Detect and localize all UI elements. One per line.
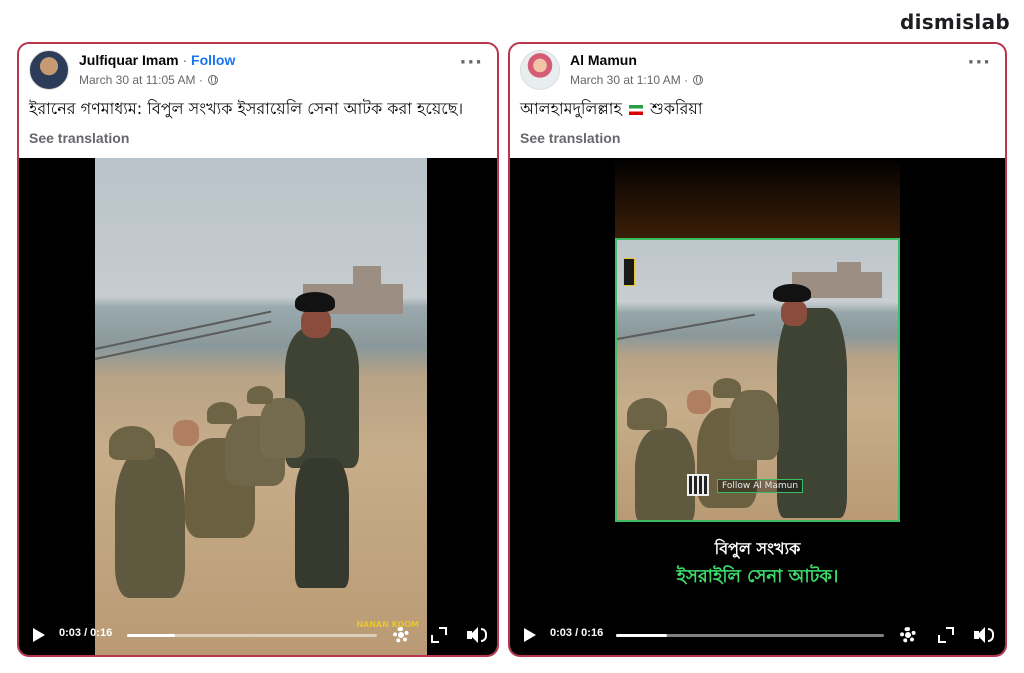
helmet (207, 402, 237, 424)
video-controls: 0:03 / 0:16 (510, 615, 1005, 655)
beret (295, 292, 335, 312)
see-translation-link[interactable]: See translation (29, 130, 129, 146)
helmet (109, 426, 155, 460)
qr-icon (687, 474, 709, 496)
post-text-part: শুকরিয়া (650, 99, 703, 118)
channel-logo-icon (623, 258, 635, 286)
post-card-left: Julfiquar Imam · Follow March 30 at 11:0… (17, 42, 499, 657)
video-caption-line1: বিপুল সংখ্যক (714, 539, 801, 558)
post-meta: March 30 at 11:05 AM · (79, 73, 219, 87)
soldier-figure (260, 398, 305, 458)
volume-wave (481, 628, 487, 642)
author-name[interactable]: Al Mamun (570, 52, 637, 68)
post-text: আলহামদুলিল্লাহ শুকরিয়া (520, 96, 702, 123)
gear-icon[interactable] (900, 627, 916, 643)
tower (353, 266, 381, 288)
author-name[interactable]: Julfiquar Imam (79, 52, 179, 68)
volume-wave (988, 628, 994, 642)
video-time: 0:03 / 0:16 (550, 627, 604, 639)
play-icon[interactable] (33, 628, 45, 642)
expand-icon[interactable] (431, 627, 447, 643)
author-line: Julfiquar Imam · Follow (79, 52, 235, 68)
separator: · (684, 73, 689, 87)
barbed-wire (617, 313, 756, 340)
globe-icon (208, 75, 219, 85)
video-controls: 0:03 / 0:16 (19, 615, 497, 655)
post-meta: March 30 at 1:10 AM · (570, 73, 704, 87)
globe-icon (693, 75, 704, 85)
soldier-face (173, 420, 199, 446)
progress-fill (127, 634, 175, 637)
iran-flag-icon (628, 105, 643, 115)
follow-button[interactable]: Follow (191, 52, 235, 68)
video-player[interactable]: Follow Al Mamun বিপুল সংখ্যক ইসরাইলি সেন… (510, 158, 1005, 655)
more-icon[interactable]: ··· (967, 54, 991, 72)
soldier-face (687, 390, 711, 414)
separator: · (198, 73, 203, 87)
video-time: 0:03 / 0:16 (59, 627, 113, 639)
soldier-figure (115, 448, 185, 598)
expand-icon[interactable] (938, 627, 954, 643)
helmet (627, 398, 667, 430)
post-card-right: Al Mamun March 30 at 1:10 AM · ··· আলহাম… (508, 42, 1007, 657)
officer-legs (295, 458, 349, 588)
barbed-wire (95, 320, 272, 360)
progress-bar[interactable] (127, 634, 377, 637)
follow-overlay: Follow Al Mamun (717, 479, 804, 493)
video-frame: Follow Al Mamun (615, 238, 900, 522)
separator: · (182, 52, 188, 68)
brand-logo: dismislab (899, 10, 1010, 34)
avatar[interactable] (520, 50, 560, 90)
officer-face (781, 300, 807, 326)
post-text: ইরানের গণমাধ্যম: বিপুল সংখ্যক ইসরায়েলি … (29, 99, 464, 118)
timestamp[interactable]: March 30 at 1:10 AM (570, 73, 681, 87)
barbed-wire (95, 310, 272, 350)
officer-face (301, 308, 331, 338)
post-header: Julfiquar Imam · Follow March 30 at 11:0… (29, 50, 487, 92)
post-text-part: আলহামদুলিল্লাহ (520, 99, 622, 118)
see-translation-link[interactable]: See translation (520, 130, 620, 146)
post-header: Al Mamun March 30 at 1:10 AM · ··· (520, 50, 995, 92)
video-frame: NANAN KOOM (95, 158, 427, 655)
more-icon[interactable]: ··· (459, 54, 483, 72)
soldier-figure (729, 390, 779, 460)
beret (773, 284, 811, 302)
helmet (247, 386, 273, 404)
timestamp[interactable]: March 30 at 11:05 AM (79, 73, 196, 87)
author-line: Al Mamun (570, 52, 637, 68)
helmet (713, 378, 741, 398)
video-player[interactable]: NANAN KOOM 0:03 / 0:16 (19, 158, 497, 655)
progress-fill (616, 634, 667, 637)
video-caption-line2: ইসরাইলি সেনা আটক। (676, 566, 839, 587)
gear-icon[interactable] (393, 627, 409, 643)
video-top-band (615, 158, 900, 238)
avatar[interactable] (29, 50, 69, 90)
soldier-figure (635, 428, 695, 520)
progress-bar[interactable] (616, 634, 884, 637)
play-icon[interactable] (524, 628, 536, 642)
tower (837, 262, 861, 278)
